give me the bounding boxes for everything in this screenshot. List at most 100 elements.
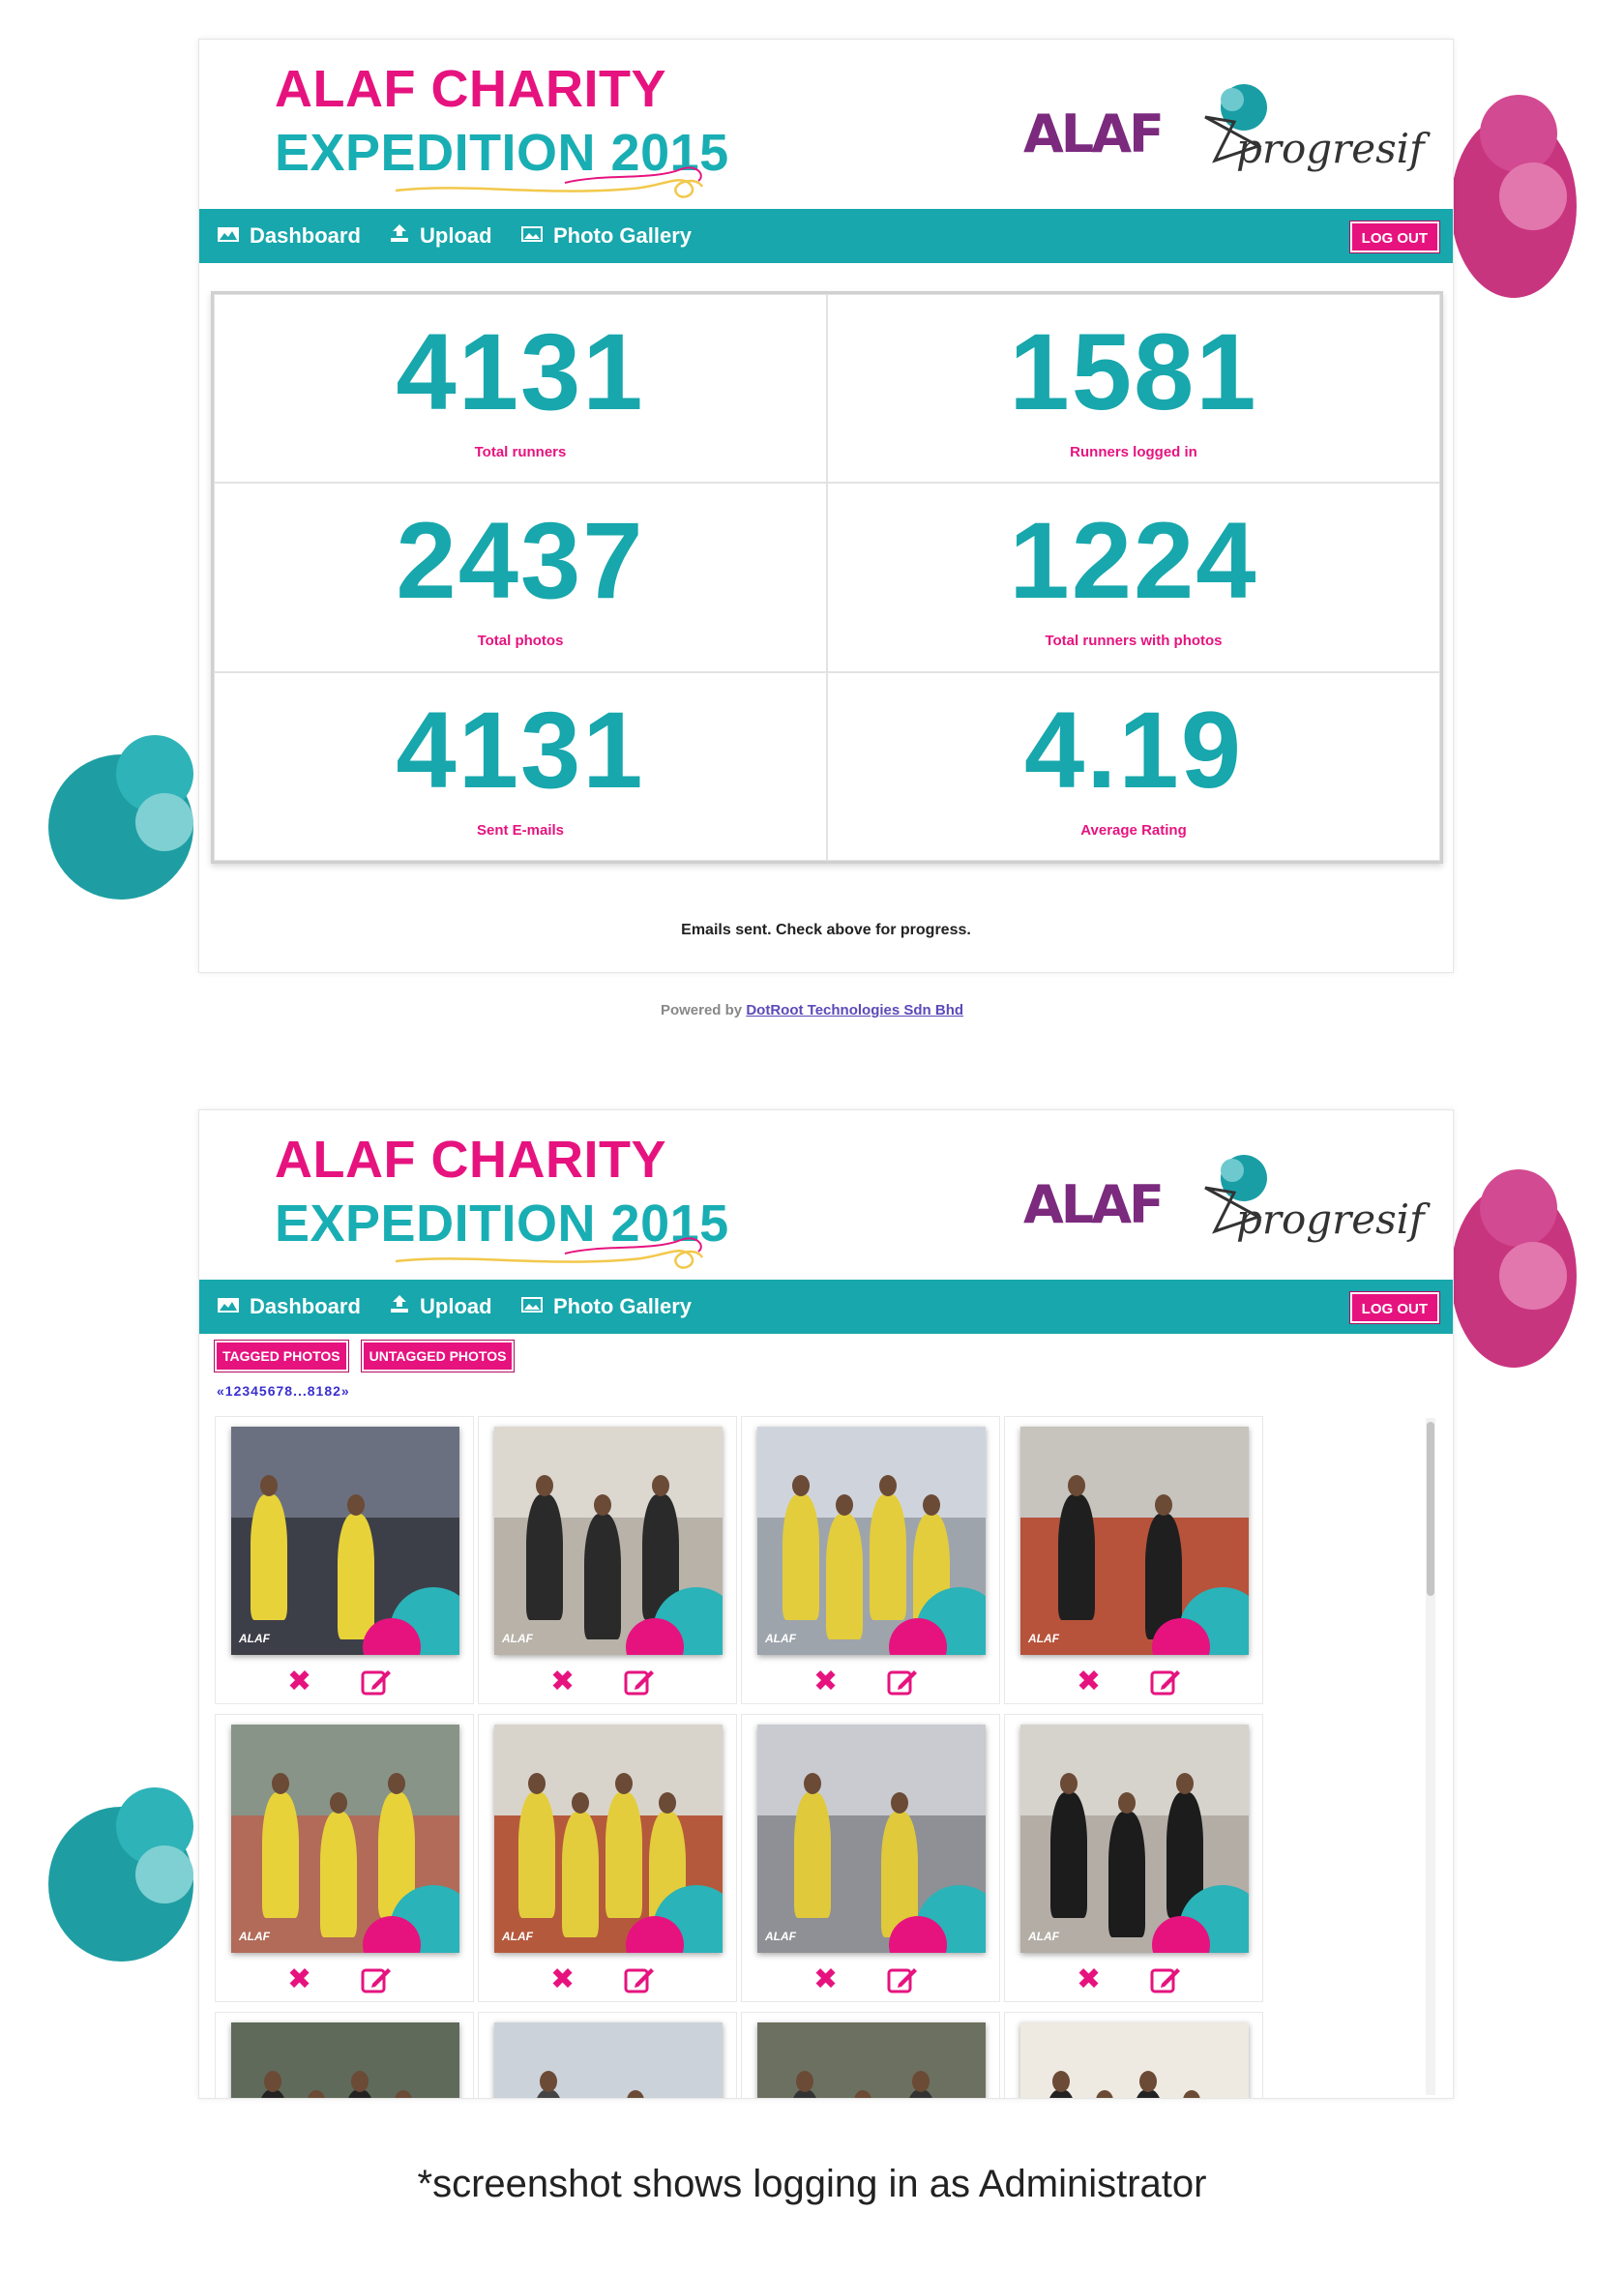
delete-icon[interactable]: ✖ xyxy=(1077,1667,1101,1697)
nav-upload[interactable]: Upload xyxy=(389,1280,492,1334)
photo-card: ALAF ✖ xyxy=(1004,1714,1263,2002)
stat-total-photos: 2437 Total photos xyxy=(214,483,827,672)
pagination[interactable]: «12345678...8182» xyxy=(217,1383,350,1399)
edit-icon[interactable] xyxy=(887,1966,918,1998)
stat-value: 2437 xyxy=(396,500,645,622)
scrollbar-thumb[interactable] xyxy=(1427,1422,1434,1596)
photo-watermark: ALAF xyxy=(1028,1632,1059,1645)
progresif-logo-text: progresif xyxy=(1236,125,1425,172)
delete-icon[interactable]: ✖ xyxy=(550,1964,575,1995)
delete-icon[interactable]: ✖ xyxy=(287,1964,311,1995)
runner-photo-thumbnail[interactable]: ALAF xyxy=(231,1725,459,1953)
stat-value: 1224 xyxy=(1009,500,1258,622)
photo-card: ALAF✖ xyxy=(741,2012,1000,2098)
photo-card: ALAF ✖ xyxy=(1004,1416,1263,1704)
gallery-screenshot: ALAF CHARITY EXPEDITION 2015 ALAF progre… xyxy=(198,1109,1454,2099)
stat-runners-logged-in: 1581 Runners logged in xyxy=(827,294,1440,484)
nav-photo-gallery[interactable]: Photo Gallery xyxy=(520,209,692,263)
progresif-logo: progresif xyxy=(1186,78,1425,185)
alaf-logo: ALAF xyxy=(1023,1174,1165,1235)
stat-average-rating: 4.19 Average Rating xyxy=(827,671,1440,861)
teal-paint-splat-decoration xyxy=(29,735,203,919)
stat-label: Sent E-mails xyxy=(476,821,565,839)
delete-icon[interactable]: ✖ xyxy=(813,1667,838,1697)
photo-actions: ✖ xyxy=(742,1667,999,1697)
photo-watermark: ALAF xyxy=(765,1930,796,1943)
teal-paint-splat-decoration xyxy=(29,1787,203,1981)
nav-upload[interactable]: Upload xyxy=(389,209,492,263)
site-title: ALAF CHARITY EXPEDITION 2015 xyxy=(275,1128,729,1269)
photo-actions: ✖ xyxy=(742,1964,999,1995)
stat-label: Runners logged in xyxy=(1070,444,1197,460)
edit-icon[interactable] xyxy=(624,1668,655,1700)
runner-photo-thumbnail[interactable]: ALAF xyxy=(494,2022,723,2098)
dashboard-icon xyxy=(217,1281,240,1335)
edit-icon[interactable] xyxy=(361,1668,392,1700)
photo-watermark: ALAF xyxy=(239,1632,270,1645)
edit-icon[interactable] xyxy=(1150,1966,1181,1998)
runner-photo-thumbnail[interactable]: ALAF xyxy=(1020,2022,1249,2098)
photo-watermark: ALAF xyxy=(502,1930,533,1943)
nav-photo-gallery-label: Photo Gallery xyxy=(553,223,693,248)
runner-photo-thumbnail[interactable]: ALAF xyxy=(231,1427,459,1655)
photo-gallery-icon xyxy=(520,1281,544,1335)
untagged-photos-button[interactable]: UNTAGGED PHOTOS xyxy=(360,1340,516,1372)
stat-total-runners: 4131 Total runners xyxy=(214,294,827,484)
stat-value: 4131 xyxy=(396,689,645,811)
nav-dashboard[interactable]: Dashboard xyxy=(217,209,361,263)
edit-icon[interactable] xyxy=(887,1668,918,1700)
ribbon-swirl-icon xyxy=(395,166,704,198)
dashboard-screenshot: ALAF CHARITY EXPEDITION 2015 ALAF progre… xyxy=(198,39,1454,973)
photo-card: ALAF ✖ xyxy=(215,1416,474,1704)
tagged-photos-button[interactable]: TAGGED PHOTOS xyxy=(214,1340,349,1372)
gallery-scrollbar[interactable] xyxy=(1426,1418,1435,2095)
delete-icon[interactable]: ✖ xyxy=(550,1667,575,1697)
photo-card: ALAF ✖ xyxy=(478,1714,737,2002)
powered-by-link[interactable]: DotRoot Technologies Sdn Bhd xyxy=(746,1002,963,1018)
photo-actions: ✖ xyxy=(479,1964,736,1995)
progresif-logo-text: progresif xyxy=(1236,1195,1425,1243)
dashboard-icon xyxy=(217,210,240,264)
logout-button[interactable]: LOG OUT xyxy=(1348,1291,1441,1324)
runner-photo-thumbnail[interactable]: ALAF xyxy=(757,1725,986,1953)
photo-card: ALAF ✖ xyxy=(478,1416,737,1704)
runner-photo-thumbnail[interactable]: ALAF xyxy=(1020,1427,1249,1655)
powered-by-footer: Powered by DotRoot Technologies Sdn Bhd xyxy=(0,1002,1624,1018)
stat-label: Total runners xyxy=(474,444,567,460)
edit-icon[interactable] xyxy=(361,1966,392,1998)
photo-card: ALAF ✖ xyxy=(215,1714,474,2002)
delete-icon[interactable]: ✖ xyxy=(1077,1964,1101,1995)
delete-icon[interactable]: ✖ xyxy=(287,1667,311,1697)
nav-bar: Dashboard Upload Photo Gallery LOG OUT xyxy=(199,209,1453,263)
runner-photo-thumbnail[interactable]: ALAF xyxy=(1020,1725,1249,1953)
title-line-1: ALAF CHARITY xyxy=(275,60,666,118)
runner-photo-thumbnail[interactable]: ALAF xyxy=(757,2022,986,2098)
site-header: ALAF CHARITY EXPEDITION 2015 ALAF progre… xyxy=(199,40,1453,209)
edit-icon[interactable] xyxy=(624,1966,655,1998)
upload-icon xyxy=(389,1281,410,1335)
ribbon-swirl-icon xyxy=(395,1237,704,1269)
delete-icon[interactable]: ✖ xyxy=(813,1964,838,1995)
edit-icon[interactable] xyxy=(1150,1668,1181,1700)
runner-photo-thumbnail[interactable]: ALAF xyxy=(231,2022,459,2098)
photo-gallery-icon xyxy=(520,210,544,264)
progresif-logo: progresif xyxy=(1186,1149,1425,1255)
stat-label: Total runners with photos xyxy=(1045,633,1223,650)
photo-actions: ✖ xyxy=(216,1964,473,1995)
photo-actions: ✖ xyxy=(216,1667,473,1697)
stat-value: 4131 xyxy=(396,311,645,432)
photo-watermark: ALAF xyxy=(1028,1930,1059,1943)
pink-paint-splat-decoration xyxy=(1441,1169,1586,1387)
logout-button[interactable]: LOG OUT xyxy=(1348,221,1441,253)
nav-dashboard[interactable]: Dashboard xyxy=(217,1280,361,1334)
nav-upload-label: Upload xyxy=(420,223,492,248)
runner-photo-thumbnail[interactable]: ALAF xyxy=(494,1725,723,1953)
runner-photo-thumbnail[interactable]: ALAF xyxy=(757,1427,986,1655)
photo-filter-buttons: TAGGED PHOTOS UNTAGGED PHOTOS xyxy=(214,1340,527,1372)
photo-watermark: ALAF xyxy=(502,1632,533,1645)
alaf-logo: ALAF xyxy=(1023,103,1165,164)
emails-status-message: Emails sent. Check above for progress. xyxy=(681,922,971,938)
runner-photo-thumbnail[interactable]: ALAF xyxy=(494,1427,723,1655)
site-header: ALAF CHARITY EXPEDITION 2015 ALAF progre… xyxy=(199,1110,1453,1280)
nav-photo-gallery[interactable]: Photo Gallery xyxy=(520,1280,692,1334)
